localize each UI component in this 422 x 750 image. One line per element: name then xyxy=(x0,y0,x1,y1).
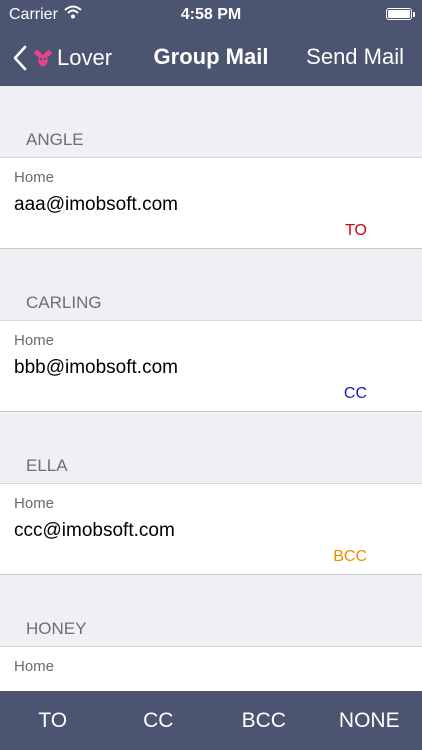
chevron-left-icon xyxy=(13,45,27,71)
bcc-button[interactable]: BCC xyxy=(211,709,317,733)
status-bar: Carrier 4:58 PM xyxy=(0,0,422,30)
none-button[interactable]: NONE xyxy=(317,709,422,733)
to-button[interactable]: TO xyxy=(0,709,106,733)
status-time: 4:58 PM xyxy=(180,6,242,23)
recipient-type-badge: BCC xyxy=(333,548,367,565)
email-address: bbb@imobsoft.com xyxy=(14,357,178,378)
back-button[interactable]: Lover xyxy=(12,40,112,76)
recipient-type-badge: TO xyxy=(345,222,367,239)
email-type-label: Home xyxy=(14,658,55,675)
contact-list[interactable]: ANGLE Home aaa@imobsoft.com TO CARLING H… xyxy=(0,86,422,691)
contact-cell[interactable]: Home xyxy=(0,647,422,691)
contact-cell[interactable]: Home aaa@imobsoft.com TO xyxy=(0,158,422,249)
send-mail-button[interactable]: Send Mail xyxy=(306,44,404,70)
battery-icon xyxy=(386,8,415,20)
section-header: CARLING xyxy=(0,249,422,321)
email-type-label: Home xyxy=(14,169,55,186)
recipient-type-badge: CC xyxy=(343,385,367,402)
section-header: ELLA xyxy=(0,412,422,484)
email-address: aaa@imobsoft.com xyxy=(14,194,178,215)
email-type-label: Home xyxy=(14,332,55,349)
contact-cell[interactable]: Home ccc@imobsoft.com BCC xyxy=(0,484,422,575)
back-label: Lover xyxy=(57,45,113,70)
email-type-label: Home xyxy=(14,495,55,512)
contact-cell[interactable]: Home bbb@imobsoft.com CC xyxy=(0,321,422,412)
section-header: ANGLE xyxy=(0,86,422,158)
email-address: ccc@imobsoft.com xyxy=(14,520,175,541)
cc-button[interactable]: CC xyxy=(106,709,212,733)
section-header: HONEY xyxy=(0,575,422,647)
recipient-type-toolbar: TO CC BCC NONE xyxy=(0,691,422,750)
app-logo-icon xyxy=(34,50,52,67)
nav-bar: Lover Group Mail Send Mail xyxy=(0,30,422,86)
